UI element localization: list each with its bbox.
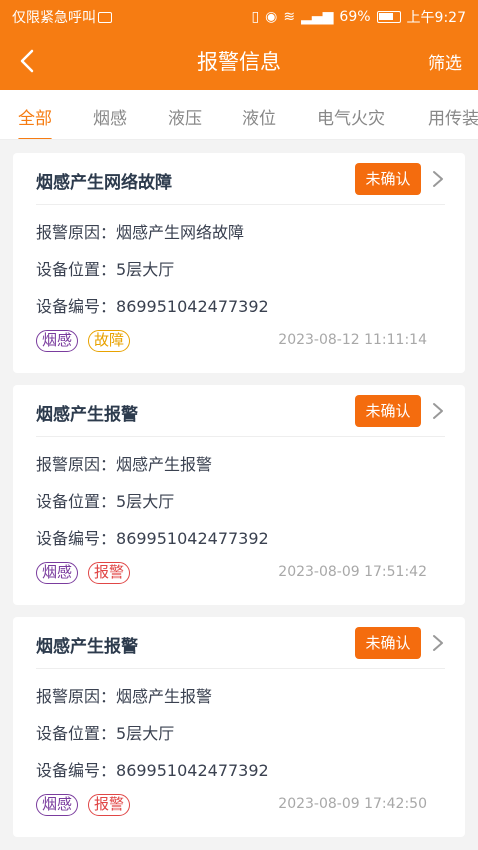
network-status-text: 仅限紧急呼叫 [12,10,96,26]
device-code-label: 设备编号： [36,297,117,316]
tab-transmission-device[interactable]: 用传装 [428,104,478,129]
unconfirmed-button[interactable]: 未确认 [355,627,421,659]
device-code-row: 设备编号：869951042477392 [36,757,269,781]
device-location-label: 设备位置： [36,724,117,743]
device-code-label: 设备编号： [36,529,117,548]
battery-text: 69% [339,9,371,25]
alarm-reason-value: 烟感产生网络故障 [116,223,245,242]
tag-group: 烟感 故障 [36,330,131,352]
tab-electrical-fire[interactable]: 电气火灾 [317,104,385,129]
alarm-timestamp: 2023-08-12 11:11:14 [278,332,427,348]
eye-icon: ◉ [265,9,278,25]
alarm-reason-row: 报警原因：烟感产生报警 [36,451,212,475]
status-bar: 仅限紧急呼叫 ▯ ◉ ≋ ▂▄▆ 69% 上午9:27 [0,0,478,32]
alarm-reason-row: 报警原因：烟感产生网络故障 [36,219,244,243]
page-title: 报警信息 [197,50,281,74]
chevron-right-icon[interactable] [431,167,445,191]
filter-button[interactable]: 筛选 [428,49,462,74]
device-code-value: 869951042477392 [116,297,269,316]
alarm-card[interactable]: 烟感产生报警 未确认 报警原因：烟感产生报警 设备位置：5层大厅 设备编号：86… [13,385,465,605]
clock-text: 上午9:27 [406,10,466,26]
alarm-reason-label: 报警原因： [36,455,117,474]
wifi-icon: ≋ [283,9,296,25]
alarm-type-tag: 报警 [88,794,131,816]
sim-icon [98,12,112,23]
device-code-label: 设备编号： [36,761,117,780]
chevron-right-icon[interactable] [431,399,445,423]
device-location-row: 设备位置：5层大厅 [36,488,174,512]
alarm-title: 烟感产生网络故障 [36,173,172,193]
card-header: 烟感产生网络故障 未确认 [36,153,445,205]
alarm-reason-value: 烟感产生报警 [116,687,213,706]
device-type-tag: 烟感 [36,794,79,816]
alarm-title: 烟感产生报警 [36,405,138,425]
alarm-reason-value: 烟感产生报警 [116,455,213,474]
alarm-reason-label: 报警原因： [36,223,117,242]
device-location-value: 5层大厅 [116,492,175,511]
battery-icon [376,11,401,23]
alarm-reason-label: 报警原因： [36,687,117,706]
device-location-label: 设备位置： [36,260,117,279]
device-location-value: 5层大厅 [116,260,175,279]
device-location-row: 设备位置：5层大厅 [36,720,174,744]
device-code-row: 设备编号：869951042477392 [36,525,269,549]
device-location-value: 5层大厅 [116,724,175,743]
device-location-label: 设备位置： [36,492,117,511]
nav-bar: 报警信息 筛选 [0,32,478,90]
tab-all[interactable]: 全部 [18,104,52,139]
device-code-row: 设备编号：869951042477392 [36,293,269,317]
alarm-reason-row: 报警原因：烟感产生报警 [36,683,212,707]
alarm-card[interactable]: 烟感产生报警 未确认 报警原因：烟感产生报警 设备位置：5层大厅 设备编号：86… [13,617,465,837]
device-type-tag: 烟感 [36,562,79,584]
category-tabs: 全部 烟感 液压 液位 电气火灾 用传装 [0,90,478,140]
alarm-timestamp: 2023-08-09 17:51:42 [278,564,427,580]
tag-group: 烟感 报警 [36,562,131,584]
app-header: 仅限紧急呼叫 ▯ ◉ ≋ ▂▄▆ 69% 上午9:27 报警信息 筛选 [0,0,478,90]
status-left: 仅限紧急呼叫 [12,7,112,27]
alarm-type-tag: 报警 [88,562,131,584]
alarm-title: 烟感产生报警 [36,637,138,657]
chevron-right-icon[interactable] [431,631,445,655]
device-code-value: 869951042477392 [116,529,269,548]
vibrate-icon: ▯ [251,9,260,25]
device-location-row: 设备位置：5层大厅 [36,256,174,280]
unconfirmed-button[interactable]: 未确认 [355,395,421,427]
tab-liquid-level[interactable]: 液位 [242,104,276,129]
tab-hydraulic[interactable]: 液压 [168,104,202,129]
alarm-timestamp: 2023-08-09 17:42:50 [278,796,427,812]
card-header: 烟感产生报警 未确认 [36,617,445,669]
device-code-value: 869951042477392 [116,761,269,780]
device-type-tag: 烟感 [36,330,79,352]
unconfirmed-button[interactable]: 未确认 [355,163,421,195]
signal-icon: ▂▄▆ [301,9,334,25]
card-header: 烟感产生报警 未确认 [36,385,445,437]
status-right: ▯ ◉ ≋ ▂▄▆ 69% 上午9:27 [251,7,466,27]
tab-smoke[interactable]: 烟感 [93,104,127,129]
alarm-card[interactable]: 烟感产生网络故障 未确认 报警原因：烟感产生网络故障 设备位置：5层大厅 设备编… [13,153,465,373]
alarm-type-tag: 故障 [88,330,131,352]
tag-group: 烟感 报警 [36,794,131,816]
